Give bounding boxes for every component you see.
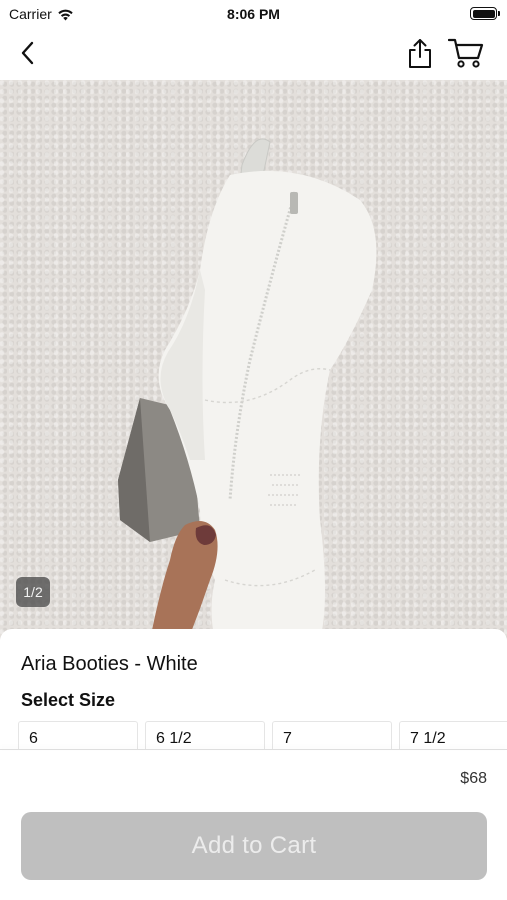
divider	[0, 749, 507, 750]
nav-bar	[0, 28, 507, 80]
cart-button[interactable]	[446, 36, 486, 70]
product-image[interactable]: 1/2	[0, 80, 507, 640]
size-selector: 6 6 1/2 7 7 1/2	[18, 721, 507, 749]
size-option-label: 6 1/2	[156, 730, 192, 747]
back-button[interactable]	[12, 38, 42, 68]
cart-icon	[448, 38, 484, 68]
back-chevron-icon	[21, 41, 34, 65]
boot-illustration	[118, 138, 377, 640]
size-option-label: 7	[283, 730, 292, 747]
status-bar: Carrier 8:06 PM	[0, 0, 507, 28]
image-page-indicator: 1/2	[16, 577, 50, 607]
product-price: $68	[460, 770, 487, 787]
share-button[interactable]	[404, 36, 436, 70]
share-icon	[409, 39, 431, 68]
product-detail-sheet: Aria Booties - White Select Size 6 6 1/2…	[0, 629, 507, 900]
size-option-6-1-2[interactable]: 6 1/2	[145, 721, 265, 749]
size-option-7[interactable]: 7	[272, 721, 392, 749]
product-title: Aria Booties - White	[21, 653, 198, 675]
size-option-7-1-2[interactable]: 7 1/2	[399, 721, 507, 749]
select-size-label: Select Size	[21, 690, 116, 710]
size-option-6[interactable]: 6	[18, 721, 138, 749]
add-to-cart-button[interactable]: Add to Cart	[21, 812, 487, 880]
status-time: 8:06 PM	[227, 6, 280, 22]
size-option-label: 6	[29, 730, 38, 747]
size-option-label: 7 1/2	[410, 730, 446, 747]
battery-icon	[470, 7, 500, 20]
